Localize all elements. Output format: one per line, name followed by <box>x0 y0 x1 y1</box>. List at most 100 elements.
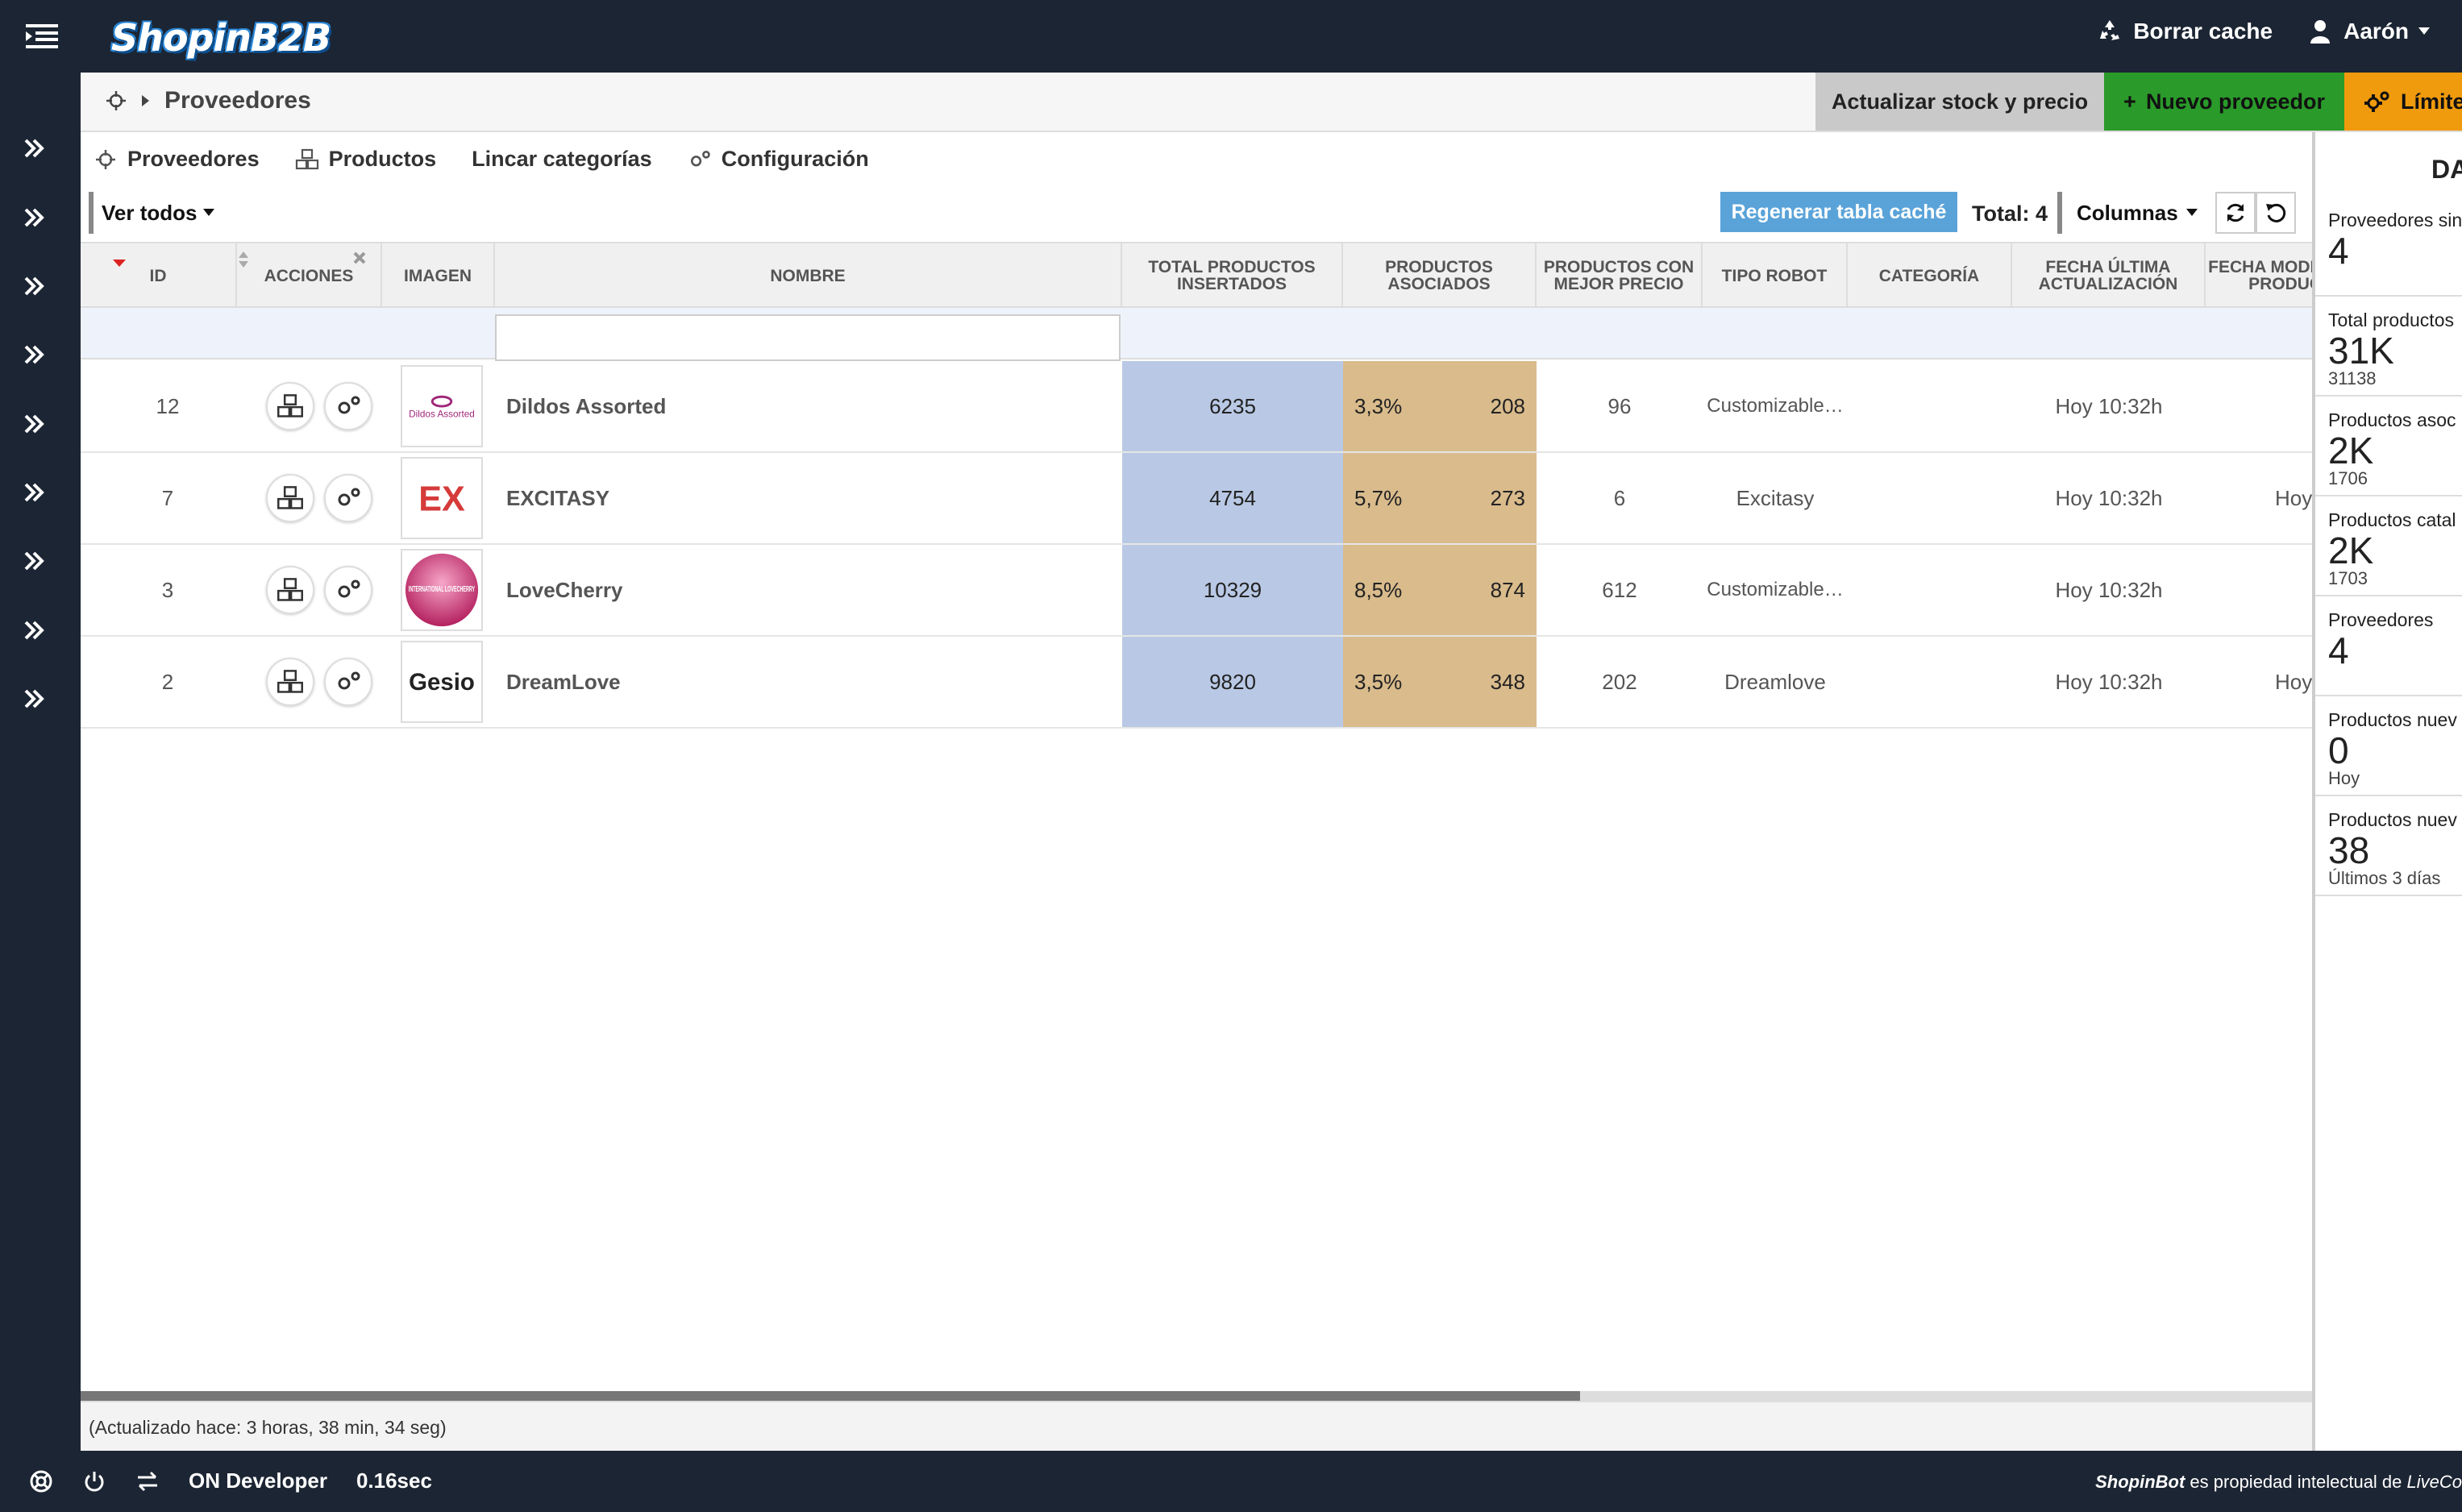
filter-dropdown-label: Ver todos <box>102 200 198 225</box>
stat-sub: Hoy <box>2328 768 2360 788</box>
col-category[interactable]: CATEGORÍA <box>1848 243 2012 308</box>
col-best-price[interactable]: PRODUCTOS CON MEJOR PRECIO <box>1537 243 1703 308</box>
stat-sub: 31138 <box>2328 368 2377 388</box>
stat-value: 2K <box>2328 430 2374 471</box>
limits-label: Límite <box>2401 89 2462 114</box>
settings-action-button[interactable] <box>324 566 372 614</box>
crosshair-icon[interactable] <box>105 89 127 112</box>
stat-card: Productos catal 2K 1703 <box>2315 498 2462 596</box>
row-name[interactable]: Dildos Assorted <box>506 361 1119 451</box>
menu-toggle-icon[interactable] <box>26 21 58 52</box>
power-icon[interactable] <box>82 1469 106 1493</box>
tab-label: Productos <box>328 147 437 171</box>
products-action-button[interactable] <box>266 474 314 522</box>
sidebar-item-6[interactable] <box>19 476 52 509</box>
sidebar-item-5[interactable] <box>19 408 52 440</box>
col-actions[interactable]: ACCIONES <box>237 243 382 308</box>
reset-button[interactable] <box>2256 192 2296 234</box>
columns-dropdown[interactable]: Columnas <box>2057 192 2209 234</box>
update-stock-label: Actualizar stock y precio <box>1831 89 2089 114</box>
logo-text: INTERNATIONAL LOVECHERRY <box>409 585 476 594</box>
double-chevron-right-icon <box>24 345 44 364</box>
row-id: 7 <box>161 485 174 510</box>
tab-lincar-categorias[interactable]: Lincar categorías <box>472 147 652 172</box>
col-total-products[interactable]: TOTAL PRODUCTOS INSERTADOS <box>1122 243 1343 308</box>
stat-sub: 1703 <box>2328 568 2368 588</box>
stats-panel-title: DA <box>2431 155 2462 184</box>
double-chevron-right-icon <box>24 621 44 640</box>
logo-text: Dildos Assorted <box>409 409 475 420</box>
breadcrumb: Proveedores <box>105 87 311 114</box>
horizontal-scrollbar[interactable] <box>81 1391 2312 1401</box>
sidebar-item-9[interactable] <box>19 683 52 715</box>
scrollbar-thumb[interactable] <box>81 1391 1580 1401</box>
row-image: EX <box>385 453 498 543</box>
copyright-text: es propiedad intelectual de <box>2185 1472 2407 1492</box>
sidebar-item-1[interactable] <box>19 132 52 164</box>
sidebar-item-4[interactable] <box>19 339 52 371</box>
col-associated-products[interactable]: PRODUCTOS ASOCIADOS <box>1343 243 1537 308</box>
tab-configuracion[interactable]: Configuración <box>688 147 869 172</box>
stat-card: Productos nuev 0 Hoy <box>2315 698 2462 796</box>
table-row[interactable]: 3 INTERNATIONAL LOVECHERRY LoveCherry 10… <box>81 545 2312 637</box>
associated-percent: 3,3% <box>1354 393 1403 418</box>
stat-card: Total productos 31K 31138 <box>2315 298 2462 397</box>
crosshair-icon <box>96 149 115 169</box>
sidebar-item-2[interactable] <box>19 201 52 234</box>
stat-value: 38 <box>2328 829 2370 871</box>
row-associated-products: 5,7% 273 <box>1343 453 1537 543</box>
copyright: ShopinBot es propiedad intelectual de Li… <box>2095 1472 2462 1493</box>
settings-action-button[interactable] <box>324 474 372 522</box>
refresh-button[interactable] <box>2215 192 2256 234</box>
row-name[interactable]: EXCITASY <box>506 453 1119 543</box>
update-stock-button[interactable]: Actualizar stock y precio <box>1815 73 2104 131</box>
tab-label: Lincar categorías <box>472 147 652 171</box>
row-name[interactable]: LoveCherry <box>506 545 1119 635</box>
caret-down-icon <box>2185 209 2198 216</box>
products-action-button[interactable] <box>266 566 314 614</box>
tab-proveedores[interactable]: Proveedores <box>94 147 260 172</box>
app-logo[interactable]: ShopinB2B <box>102 11 340 61</box>
row-best-price: 6 <box>1613 485 1626 510</box>
regenerate-cache-button[interactable]: Regenerar tabla caché <box>1720 192 1957 232</box>
col-name[interactable]: NOMBRE <box>495 243 1122 308</box>
sidebar-item-8[interactable] <box>19 614 52 646</box>
limits-button[interactable]: Límite <box>2344 73 2462 131</box>
clear-cache-button[interactable]: Borrar cache <box>2096 18 2273 45</box>
col-last-update[interactable]: FECHA ÚLTIMA ACTUALIZACIÓN <box>2012 243 2206 308</box>
row-name[interactable]: DreamLove <box>506 637 1119 727</box>
settings-action-button[interactable] <box>324 382 372 430</box>
row-id: 2 <box>161 669 174 694</box>
filter-dropdown[interactable]: Ver todos <box>89 192 223 234</box>
support-icon[interactable] <box>29 1469 53 1493</box>
double-chevron-right-icon <box>24 551 44 571</box>
name-filter-input[interactable] <box>495 314 1121 361</box>
stat-card: Proveedores 4 <box>2315 598 2462 696</box>
sidebar-item-7[interactable] <box>19 545 52 577</box>
new-supplier-button[interactable]: Nuevo proveedor <box>2104 73 2344 131</box>
col-image[interactable]: IMAGEN <box>382 243 495 308</box>
products-action-button[interactable] <box>266 658 314 706</box>
table-row[interactable]: 2 Gesio DreamLove 9820 3,5% 348 202 Drea… <box>81 637 2312 729</box>
products-action-button[interactable] <box>266 382 314 430</box>
cubes-icon <box>277 670 303 693</box>
row-last-update: Hoy 10:32h <box>2055 669 2163 694</box>
stat-card: Proveedores sin 4 <box>2315 198 2462 297</box>
user-menu[interactable]: Aarón <box>2306 18 2430 45</box>
gears-icon <box>338 488 360 506</box>
col-robot-type[interactable]: TIPO ROBOT <box>1703 243 1848 308</box>
table-row[interactable]: 12 Dildos Assorted Dildos Assorted 6235 … <box>81 361 2312 453</box>
col-id[interactable]: ID <box>81 243 237 308</box>
clear-cache-label: Borrar cache <box>2133 19 2273 44</box>
tab-productos[interactable]: Productos <box>295 147 437 172</box>
columns-dropdown-label: Columnas <box>2077 200 2178 225</box>
stats-panel: DA Proveedores sin4 Total productos31K31… <box>2312 132 2462 1451</box>
stat-value: 4 <box>2328 230 2349 272</box>
row-associated-products: 8,5% 874 <box>1343 545 1537 635</box>
sidebar-item-3[interactable] <box>19 270 52 302</box>
table-row[interactable]: 7 EX EXCITASY 4754 5,7% 273 6 Excitasy H… <box>81 453 2312 545</box>
stat-value: 4 <box>2328 629 2349 671</box>
settings-action-button[interactable] <box>324 658 372 706</box>
stat-label: Productos catal <box>2328 509 2456 530</box>
exchange-icon[interactable] <box>135 1469 160 1493</box>
